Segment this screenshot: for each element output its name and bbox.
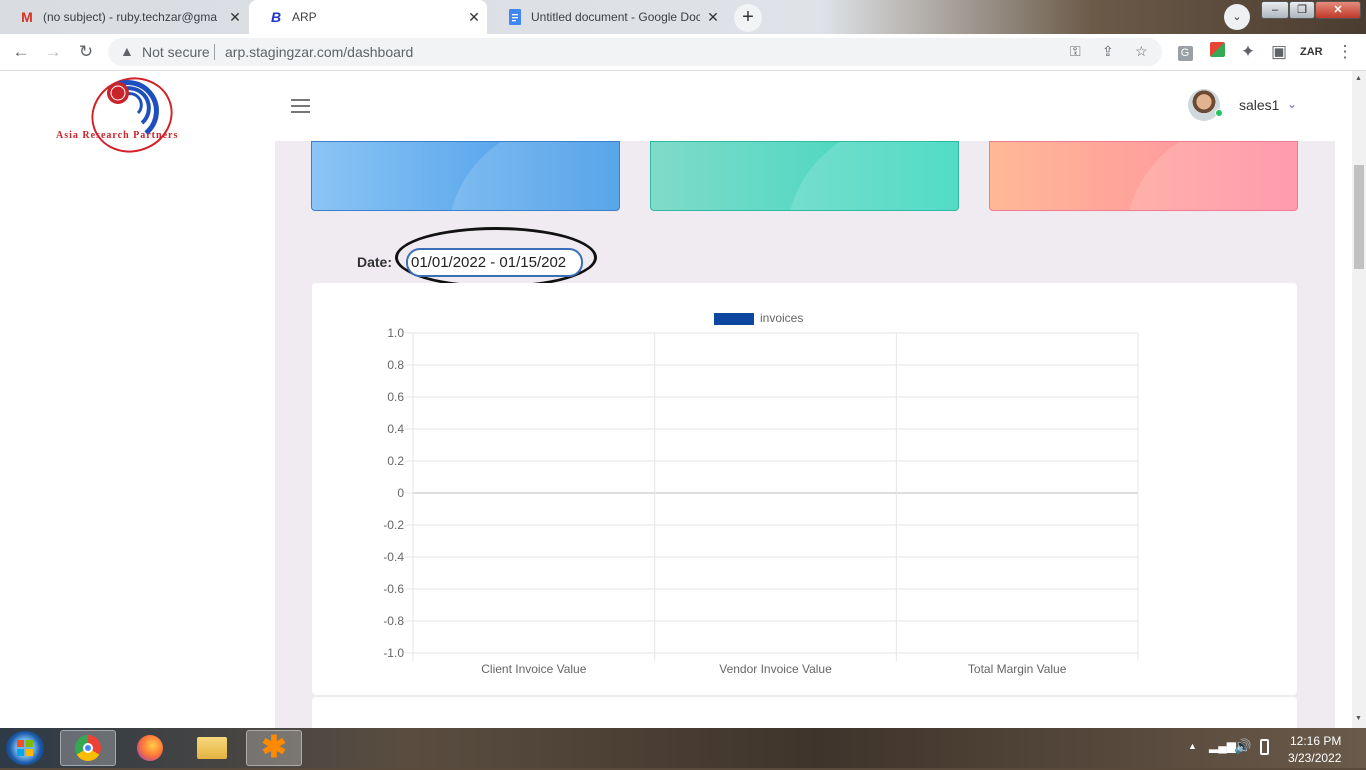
star-icon[interactable]: ☆ xyxy=(1135,43,1148,60)
y-tick-label: 0.8 xyxy=(387,358,404,372)
windows-logo-icon xyxy=(17,740,33,756)
close-icon[interactable]: ✕ xyxy=(222,9,248,26)
tab-search-button[interactable]: ⌄ xyxy=(1224,4,1250,30)
y-tick-label: 0.4 xyxy=(387,422,404,436)
extension-maps-icon[interactable] xyxy=(1206,41,1228,63)
explorer-taskbar-button[interactable] xyxy=(184,730,240,766)
tab-arp[interactable]: B ARP ✕ xyxy=(249,0,487,34)
y-tick-label: -0.4 xyxy=(383,550,404,564)
legend-swatch xyxy=(714,313,754,325)
reload-icon[interactable]: ↻ xyxy=(75,41,97,63)
battery-icon[interactable] xyxy=(1260,739,1269,755)
avatar[interactable] xyxy=(1188,89,1220,121)
logo-graphic xyxy=(91,77,173,153)
new-tab-button[interactable]: + xyxy=(734,4,762,32)
clock-date[interactable]: 3/23/2022 xyxy=(1288,751,1341,765)
card-decoration xyxy=(1125,142,1297,210)
extension-g-icon[interactable]: G xyxy=(1174,41,1196,63)
web-page: Date: 01/01/2022 - 01/15/202 invoices 1.0… xyxy=(0,71,1352,728)
top-navbar: sales1 ⌄ xyxy=(275,71,1352,141)
sidepanel-icon[interactable]: ▣ xyxy=(1268,41,1290,63)
y-tick-label: -0.6 xyxy=(383,582,404,596)
firefox-taskbar-button[interactable] xyxy=(122,730,178,766)
chart-card: invoices 1.0 0.8 0.6 0.4 0.2 0 -0.2 -0.4 -0.6 -0.8… xyxy=(312,283,1297,695)
stat-card-1[interactable] xyxy=(311,141,620,211)
zar-profile-icon[interactable]: ZAR xyxy=(1300,41,1323,63)
sidebar: Asia Research Partners xyxy=(0,71,275,728)
x-tick-label: Vendor Invoice Value xyxy=(719,662,832,676)
online-status-icon xyxy=(1215,109,1223,117)
page-scrollbar[interactable]: ▲ ▼ xyxy=(1352,71,1366,728)
clock-time[interactable]: 12:16 PM xyxy=(1290,734,1341,748)
folder-icon xyxy=(197,737,227,759)
tab-title: Untitled document - Google Doc xyxy=(531,10,700,24)
firefox-icon xyxy=(137,735,163,761)
card-decoration xyxy=(786,142,958,210)
next-card xyxy=(312,697,1297,728)
docs-icon xyxy=(507,9,523,25)
chevron-down-icon[interactable]: ⌄ xyxy=(1287,97,1297,111)
menu-icon[interactable]: ⋮ xyxy=(1334,41,1356,63)
show-hidden-icons[interactable]: ▲ xyxy=(1188,741,1197,751)
y-tick-label: -0.2 xyxy=(383,518,404,532)
tab-docs[interactable]: Untitled document - Google Doc ✕ xyxy=(488,0,726,34)
y-tick-label: 0.2 xyxy=(387,454,404,468)
start-button[interactable] xyxy=(6,731,44,765)
username[interactable]: sales1 xyxy=(1239,97,1279,113)
y-tick-label: 1.0 xyxy=(387,326,404,340)
legend-label: invoices xyxy=(760,311,803,325)
stat-card-3[interactable] xyxy=(989,141,1298,211)
arp-logo[interactable]: Asia Research Partners xyxy=(50,75,215,155)
stat-card-2[interactable] xyxy=(650,141,959,211)
back-icon[interactable]: ← xyxy=(10,41,32,63)
arp-icon: B xyxy=(270,9,282,25)
card-decoration xyxy=(447,142,619,210)
main-content: Date: 01/01/2022 - 01/15/202 invoices 1.0… xyxy=(275,71,1335,728)
gmail-icon: M xyxy=(21,9,33,25)
close-icon[interactable]: ✕ xyxy=(461,9,487,26)
scrollbar-thumb[interactable] xyxy=(1354,165,1364,269)
y-tick-label: 0 xyxy=(397,486,404,500)
close-icon[interactable]: ✕ xyxy=(700,9,726,26)
puzzle-icon[interactable]: ✦ xyxy=(1237,41,1259,63)
x-tick-label: Client Invoice Value xyxy=(481,662,586,676)
x-tick-label: Total Margin Value xyxy=(968,662,1067,676)
close-window-button[interactable]: ✕ xyxy=(1315,1,1361,19)
volume-icon[interactable]: 🔊 xyxy=(1234,738,1251,755)
logo-text: Asia Research Partners xyxy=(56,130,179,141)
chrome-icon xyxy=(75,735,101,761)
invoices-chart: invoices 1.0 0.8 0.6 0.4 0.2 0 -0.2 -0.4 -0.6 -0.8… xyxy=(383,311,1139,676)
share-icon[interactable]: ⇪ xyxy=(1102,43,1114,60)
url-text[interactable]: arp.stagingzar.com/dashboard xyxy=(225,44,413,60)
hamburger-icon[interactable] xyxy=(291,99,310,113)
tab-gmail[interactable]: M (no subject) - ruby.techzar@gma ✕ xyxy=(0,0,248,34)
y-tick-label: -0.8 xyxy=(383,614,404,628)
date-range-input[interactable]: 01/01/2022 - 01/15/202 xyxy=(406,248,583,277)
address-bar[interactable]: ▲ Not secure arp.stagingzar.com/dashboar… xyxy=(108,38,1162,66)
chrome-taskbar-button[interactable] xyxy=(60,730,116,766)
maximize-button[interactable]: ❐ xyxy=(1289,1,1315,19)
forward-icon[interactable]: → xyxy=(42,41,64,63)
y-tick-label: -1.0 xyxy=(383,646,404,660)
browser-tabstrip: M (no subject) - ruby.techzar@gma ✕ B AR… xyxy=(0,0,1366,34)
app-taskbar-button[interactable]: ✱ xyxy=(246,730,302,766)
y-tick-label: 0.6 xyxy=(387,390,404,404)
divider xyxy=(214,44,215,60)
scroll-down-icon[interactable]: ▼ xyxy=(1355,715,1362,722)
minimize-button[interactable]: – xyxy=(1261,1,1289,19)
security-label: Not secure xyxy=(142,44,210,60)
tab-title: ARP xyxy=(292,10,317,24)
key-icon[interactable]: ⚿ xyxy=(1070,43,1081,60)
asterisk-app-icon: ✱ xyxy=(261,731,287,764)
warning-icon[interactable]: ▲ xyxy=(120,43,134,59)
scroll-up-icon[interactable]: ▲ xyxy=(1355,75,1362,82)
browser-toolbar: ← → ↻ ▲ Not secure arp.stagingzar.com/da… xyxy=(0,34,1366,71)
windows-taskbar: ✱ ▲ ▂▄▆ 🔊 12:16 PM 3/23/2022 xyxy=(0,728,1366,768)
tab-title: (no subject) - ruby.techzar@gma xyxy=(43,10,218,24)
date-label: Date: xyxy=(357,254,393,270)
network-icon[interactable]: ▂▄▆ xyxy=(1209,739,1236,753)
